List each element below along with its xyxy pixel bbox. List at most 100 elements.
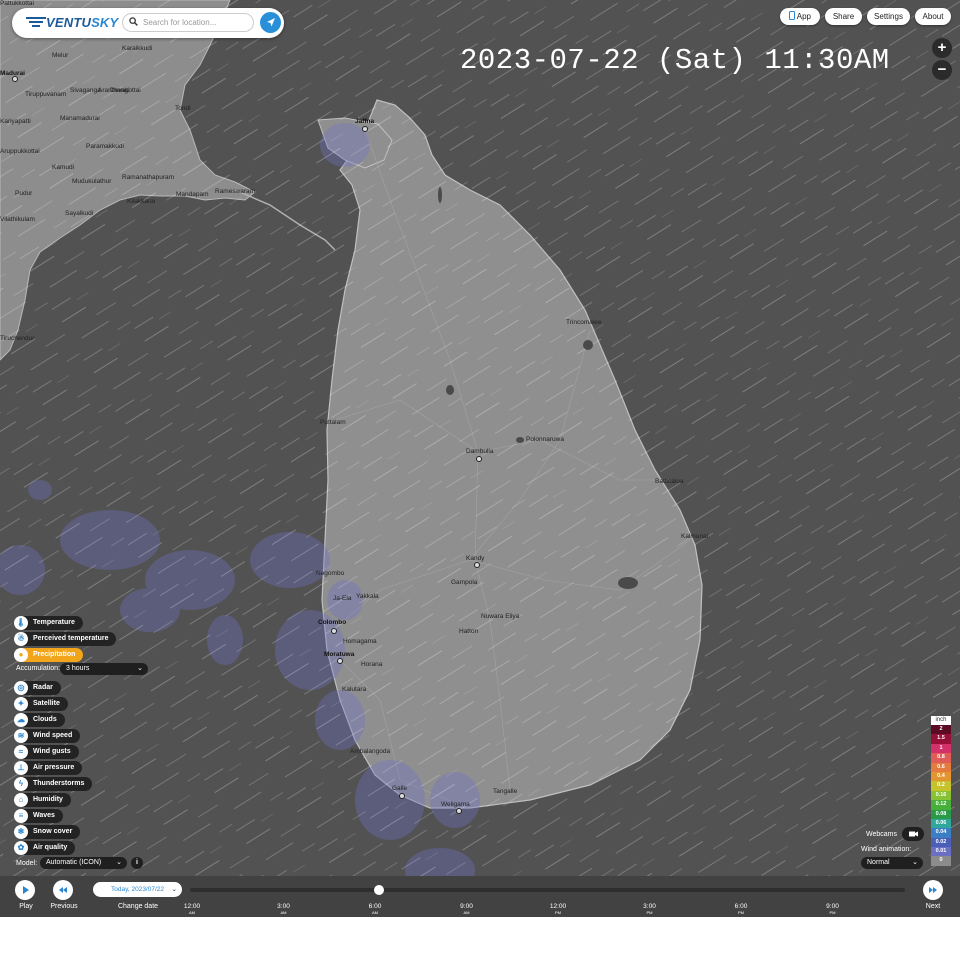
legend-swatch: 1 (931, 743, 951, 754)
locate-button[interactable] (260, 12, 281, 33)
layer-button-precipitation[interactable]: ● Precipitation (14, 648, 84, 662)
model-info-button[interactable]: i (131, 857, 143, 869)
legend-swatch: 0.2 (931, 781, 951, 791)
timeline-tick[interactable]: 3:00 PM (635, 903, 665, 915)
accumulation-value: 3 hours (66, 665, 90, 672)
layer-button-snow-cover[interactable]: ❄ Snow cover (14, 825, 81, 839)
city-marker-icon (399, 793, 405, 799)
timeline-slider-handle[interactable] (373, 885, 384, 895)
accumulation-label: Accumulation: (16, 665, 60, 672)
layer-button-wind-gusts[interactable]: ≈ Wind gusts (14, 745, 79, 759)
play-button[interactable] (15, 880, 35, 900)
city-label: Hatton (459, 628, 479, 635)
layer-button-humidity[interactable]: ⌂ Humidity (14, 793, 71, 807)
timeline-tick[interactable]: 9:00 PM (818, 903, 848, 915)
camera-icon (909, 831, 918, 837)
layer-button-air-quality[interactable]: ✿ Air quality (14, 841, 76, 855)
webcams-toggle[interactable] (902, 827, 924, 841)
timeline-tick[interactable]: 12:00 AM (177, 903, 207, 915)
waves-icon: ≡ (14, 809, 28, 823)
previous-button[interactable] (53, 880, 73, 900)
city-marker-icon (476, 456, 482, 462)
city-label: Ja-Ela (333, 595, 352, 602)
city-label: Polonnaruwa (526, 436, 564, 443)
zoom-in-button[interactable]: + (932, 38, 952, 58)
city-marker-icon (337, 658, 343, 664)
layer-button-waves[interactable]: ≡ Waves (14, 809, 63, 823)
timeline-tick[interactable]: 6:00 AM (360, 903, 390, 915)
phone-icon (788, 11, 795, 20)
top-bar: VENTUSKY Search for location... (12, 8, 284, 38)
legend-swatch: 2 (931, 725, 951, 735)
layer-label: Waves (33, 812, 55, 819)
tick-ampm: PM (829, 910, 836, 915)
layer-label: Temperature (33, 619, 75, 626)
city-label: Jaffna (355, 118, 375, 125)
layer-button-thunderstorms[interactable]: ϟ Thunderstorms (14, 777, 93, 791)
city-label: Galle (392, 785, 408, 792)
navigation-arrow-icon (267, 18, 275, 27)
city-label: Kariyapatti (0, 118, 31, 125)
legend-swatch: 0.16 (931, 790, 951, 801)
weather-map[interactable]: Madurai Melur Karaikkudi Sivaganga Aranthang… (0, 0, 960, 917)
chevron-down-icon: ⌄ (171, 886, 177, 893)
tick-time: 12:00 (183, 903, 201, 910)
layer-button-wind-speed[interactable]: ≋ Wind speed (14, 729, 81, 743)
tick-time: 9:00 (460, 903, 473, 910)
timeline-tick[interactable]: 12:00 PM (543, 903, 573, 915)
wind-icon: ≋ (14, 729, 28, 743)
city-label: Sayalkudi (65, 210, 94, 217)
layer-label: Air quality (33, 844, 68, 851)
timeline-tick[interactable]: 6:00 PM (726, 903, 756, 915)
play-label: Play (19, 903, 33, 910)
precipitation-legend: inch 2 1.5 1 0.8 0.6 0.4 0.2 0.16 0.12 0.08 0.06 0.… (931, 716, 951, 866)
tick-time: 12:00 (549, 903, 567, 910)
tick-time: 6:00 (734, 903, 748, 910)
layer-button-temperature[interactable]: 🌡 Temperature (14, 616, 83, 630)
wind-animation-label: Wind animation: (861, 846, 912, 853)
city-label: Pattukkottai (0, 0, 34, 7)
accumulation-select[interactable]: 3 hours ⌄ (60, 663, 148, 675)
city-label: Pudur (15, 190, 33, 197)
city-label: Negombo (316, 570, 345, 577)
fast-forward-icon (929, 887, 937, 893)
search-input[interactable]: Search for location... (122, 13, 254, 32)
city-label: Kamudi (52, 164, 75, 171)
layer-button-perceived-temperature[interactable]: ☃ Perceived temperature (14, 632, 117, 646)
next-button[interactable] (923, 880, 943, 900)
date-select[interactable]: Today, 2023/07/22 ⌄ (93, 882, 182, 897)
model-select[interactable]: Automatic (ICON) ⌄ (40, 857, 127, 869)
settings-button[interactable]: Settings (867, 8, 910, 25)
legend-swatch: 0.06 (931, 818, 951, 829)
legend-swatch: 0.4 (931, 771, 951, 782)
layer-button-air-pressure[interactable]: ⊥ Air pressure (14, 761, 83, 775)
legend-swatch: 1.5 (931, 734, 951, 744)
previous-label: Previous (50, 903, 78, 910)
city-label: Ambalangoda (350, 748, 391, 755)
layer-button-clouds[interactable]: ☁ Clouds (14, 713, 65, 727)
about-button[interactable]: About (915, 8, 951, 25)
layer-label: Radar (33, 684, 53, 691)
zoom-out-button[interactable]: − (932, 60, 952, 80)
app-button-label: App (796, 12, 811, 21)
tick-ampm: PM (646, 910, 653, 915)
legend-swatch: 0 (931, 856, 951, 866)
tick-ampm: AM (372, 910, 378, 915)
app-button[interactable]: App (780, 8, 820, 25)
wind-animation-select[interactable]: Normal ⌄ (861, 857, 923, 869)
ventusky-logo[interactable]: VENTUSKY (26, 15, 118, 30)
city-label: Tangalle (493, 788, 518, 795)
timeline-tick[interactable]: 3:00 AM (269, 903, 299, 915)
rewind-icon (59, 887, 67, 893)
city-label: Rameswaram (215, 188, 256, 195)
humidity-icon: ⌂ (14, 793, 28, 807)
chevron-down-icon: ⌄ (116, 859, 122, 866)
layer-button-radar[interactable]: ◎ Radar (14, 681, 61, 695)
city-label: Kandy (466, 555, 485, 562)
city-label: Trincomalee (566, 319, 602, 326)
timeline-track[interactable] (190, 888, 905, 892)
model-value: Automatic (ICON) (46, 859, 102, 866)
share-button[interactable]: Share (825, 8, 862, 25)
timeline-tick[interactable]: 9:00 AM (452, 903, 482, 915)
layer-button-satellite[interactable]: ✦ Satellite (14, 697, 68, 711)
